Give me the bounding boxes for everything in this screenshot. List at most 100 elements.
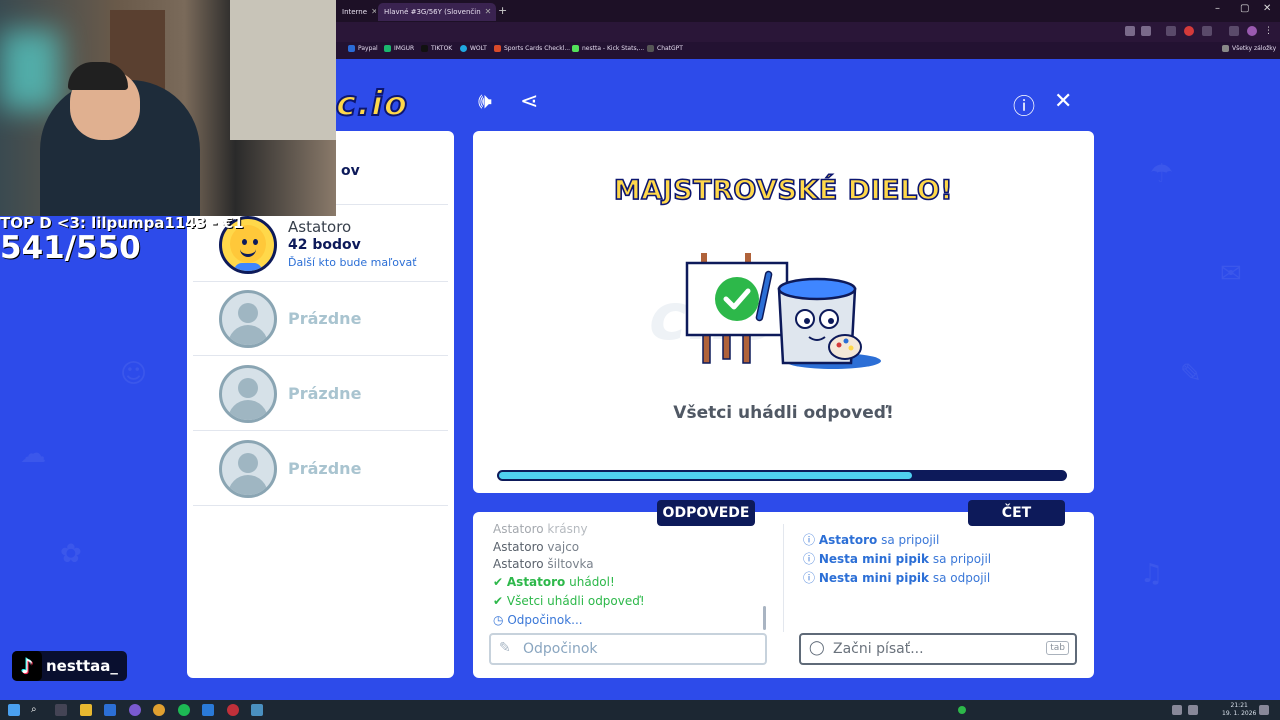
player-score: ov [341,163,360,179]
check-icon: ✔ [493,575,504,589]
close-window-icon[interactable]: ✕ [1263,3,1271,14]
answers-scrollbar[interactable] [763,606,766,630]
round-timer-bar [497,470,1067,481]
bookmark-all[interactable]: Všetky záložky [1222,45,1276,52]
paint-bucket-icon [777,277,881,369]
app-icon[interactable] [129,704,141,716]
profile-avatar[interactable] [1247,26,1257,36]
tab-chat[interactable]: ČET [968,500,1065,526]
info-icon: ⓘ [803,571,816,585]
answer-text: krásny [547,522,588,536]
chat-text: sa pripojil [932,552,992,566]
info-icon[interactable]: ⓘ [1013,89,1035,121]
chat-text: sa pripojil [881,533,940,547]
sound-icon[interactable]: 🕪 [478,89,492,114]
star-icon[interactable] [1141,26,1151,36]
player-name: Astatoro [288,218,352,236]
panel-divider [783,524,784,632]
empty-avatar-icon [219,290,277,348]
app-icon[interactable] [227,704,239,716]
empty-avatar-icon [219,440,277,498]
spotify-icon[interactable] [178,704,190,716]
clock[interactable]: 21:21 19. 1. 2026 [1222,702,1256,718]
bookmark-chatgpt[interactable]: ChatGPT [647,45,683,52]
minimize-icon[interactable]: – [1215,3,1220,14]
volume-icon[interactable] [1188,705,1198,715]
tray-icon[interactable] [958,706,966,714]
store-icon[interactable] [104,704,116,716]
bookmark-label: IMGUR [394,45,415,52]
chatgpt-icon [647,45,654,52]
answer-author: Astatoro [493,557,544,571]
answer-text: vajco [547,540,580,554]
sports-cards-icon [494,45,501,52]
paypal-icon [348,45,355,52]
doodle-icon: ☁ [20,439,46,469]
tiktok-badge: ♪ nesttaa_ [12,651,127,681]
kick-icon [572,45,579,52]
network-icon[interactable] [1172,705,1182,715]
all-guessed-message: Všetci uhádli odpoveď! [673,403,894,423]
game-logo[interactable]: c.io [335,83,408,125]
close-icon[interactable]: ✕ [1054,89,1072,114]
chrome-icon[interactable] [153,704,165,716]
bookmark-sports-cards[interactable]: Sports Cards Checkl... [494,45,570,52]
chat-line: ⓘ Nesta mini pipik sa pripojil [803,550,991,567]
file-explorer-icon[interactable] [80,704,92,716]
extension-icon[interactable] [1229,26,1239,36]
extension-icon[interactable] [1166,26,1176,36]
check-icon: ✔ [493,594,504,608]
bookmark-kick-stats[interactable]: nestta - Kick Stats,... [572,45,644,52]
folder-icon [1222,45,1229,52]
doodle-icon: ✉ [1220,259,1242,289]
answer-input[interactable]: ✎ Odpočinok [489,633,767,665]
tab-label: Interne [342,8,368,16]
app-icon[interactable] [251,704,263,716]
bookmark-paypal[interactable]: Paypal [348,45,378,52]
empty-avatar-icon [219,365,277,423]
player-name: Prázdne [288,459,362,478]
answer-line: Astatoro krásny [493,522,588,536]
tab-answers[interactable]: ODPOVEDE [657,500,755,526]
close-tab-icon[interactable]: ✕ [485,7,492,16]
new-tab-icon[interactable]: + [498,4,507,17]
next-drawer-label: Ďalší kto bude maľovať [288,256,417,269]
windows-start-icon[interactable] [8,704,20,716]
close-tab-icon[interactable]: ✕ [371,7,376,16]
player-name: Prázdne [288,309,362,328]
browser-tab[interactable]: Interne ✕ [336,3,376,21]
extension-icon[interactable] [1184,26,1194,36]
bookmark-tiktok[interactable]: TIKTOK [421,45,452,52]
bookmark-label: nestta - Kick Stats,... [582,45,645,52]
extensions-puzzle-icon[interactable] [1202,26,1212,36]
bookmark-label: WOLT [470,45,487,52]
bookmark-imgur[interactable]: IMGUR [384,45,414,52]
answer-text: Odpočinok... [507,613,583,627]
avatar-body [234,263,262,271]
bookmark-wolt[interactable]: WOLT [460,45,487,52]
install-icon[interactable] [1125,26,1135,36]
browser-tab-active[interactable]: Hlavné #3G/56Y (Slovenčin ✕ [378,3,496,21]
masterpiece-illustration [685,253,881,369]
bookmark-label: Sports Cards Checkl... [504,45,571,52]
answer-line: Astatoro šiltovka [493,557,594,571]
chat-bubble-icon: ◯ [809,640,825,656]
pencil-icon: ✎ [499,640,511,656]
notifications-icon[interactable] [1259,705,1269,715]
doodle-icon: ☂ [1150,159,1174,189]
maximize-icon[interactable]: ▢ [1240,3,1249,14]
menu-icon[interactable]: ⋮ [1264,26,1274,36]
search-icon[interactable]: ⌕ [31,704,43,716]
share-icon[interactable]: ⋖ [520,89,538,114]
bookmark-label: Všetky záložky [1232,45,1277,52]
chat-text: sa odpojil [932,571,991,585]
chat-input-placeholder: Začni písať... [833,641,924,657]
app-icon[interactable] [202,704,214,716]
clock-time: 21:21 [1230,702,1248,709]
stage-title: MAJSTROVSKÉ DIELO! [613,174,954,207]
player-slot-empty: Prázdne [193,357,448,431]
webcam-feed [0,0,336,216]
task-view-icon[interactable] [55,704,67,716]
chat-input[interactable]: ◯ Začni písať... tab [799,633,1077,665]
doodle-icon: ♫ [1140,559,1164,589]
